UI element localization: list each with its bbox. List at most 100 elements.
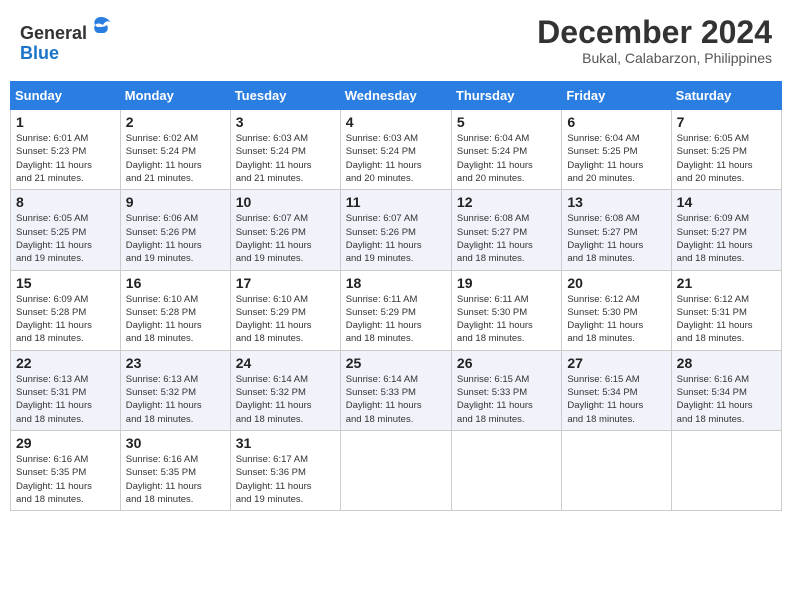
calendar-cell: 5 Sunrise: 6:04 AM Sunset: 5:24 PM Daylig… (451, 110, 561, 190)
day-number: 3 (236, 114, 335, 130)
day-number: 26 (457, 355, 556, 371)
day-number: 11 (346, 194, 446, 210)
calendar-cell: 30 Sunrise: 6:16 AM Sunset: 5:35 PM Dayli… (120, 430, 230, 510)
day-info: Sunrise: 6:15 AM Sunset: 5:34 PM Dayligh… (567, 373, 665, 426)
calendar-cell: 6Sunrise: 6:04 AM Sunset: 5:25 PM Daylig… (562, 110, 671, 190)
calendar-cell: 14 Sunrise: 6:09 AM Sunset: 5:27 PM Dayli… (671, 190, 781, 270)
calendar-cell: 31 Sunrise: 6:17 AM Sunset: 5:36 PM Dayli… (230, 430, 340, 510)
calendar-table: SundayMondayTuesdayWednesdayThursdayFrid… (10, 81, 782, 511)
day-number: 28 (677, 355, 776, 371)
day-number: 12 (457, 194, 556, 210)
day-info: Sunrise: 6:10 AM Sunset: 5:29 PM Dayligh… (236, 293, 335, 346)
calendar-cell: 3 Sunrise: 6:03 AM Sunset: 5:24 PM Daylig… (230, 110, 340, 190)
calendar-cell: 23 Sunrise: 6:13 AM Sunset: 5:32 PM Dayli… (120, 350, 230, 430)
day-number: 1 (16, 114, 115, 130)
day-number: 7 (677, 114, 776, 130)
calendar-cell: 19 Sunrise: 6:11 AM Sunset: 5:30 PM Dayli… (451, 270, 561, 350)
calendar-cell: 20 Sunrise: 6:12 AM Sunset: 5:30 PM Dayli… (562, 270, 671, 350)
weekday-header-sunday: Sunday (11, 82, 121, 110)
day-info: Sunrise: 6:09 AM Sunset: 5:28 PM Dayligh… (16, 293, 115, 346)
day-info: Sunrise: 6:09 AM Sunset: 5:27 PM Dayligh… (677, 212, 776, 265)
day-info: Sunrise: 6:08 AM Sunset: 5:27 PM Dayligh… (457, 212, 556, 265)
calendar-cell: 26 Sunrise: 6:15 AM Sunset: 5:33 PM Dayli… (451, 350, 561, 430)
calendar-cell: 21 Sunrise: 6:12 AM Sunset: 5:31 PM Dayli… (671, 270, 781, 350)
calendar-week-3: 15 Sunrise: 6:09 AM Sunset: 5:28 PM Dayli… (11, 270, 782, 350)
logo: General Blue (20, 15, 113, 64)
calendar-cell: 16 Sunrise: 6:10 AM Sunset: 5:28 PM Dayli… (120, 270, 230, 350)
day-info: Sunrise: 6:11 AM Sunset: 5:30 PM Dayligh… (457, 293, 556, 346)
day-info: Sunrise: 6:14 AM Sunset: 5:32 PM Dayligh… (236, 373, 335, 426)
day-info: Sunrise: 6:13 AM Sunset: 5:32 PM Dayligh… (126, 373, 225, 426)
day-number: 18 (346, 275, 446, 291)
calendar-cell: 18Sunrise: 6:11 AM Sunset: 5:29 PM Dayli… (340, 270, 451, 350)
day-number: 29 (16, 435, 115, 451)
day-info: Sunrise: 6:16 AM Sunset: 5:34 PM Dayligh… (677, 373, 776, 426)
day-number: 23 (126, 355, 225, 371)
day-number: 16 (126, 275, 225, 291)
day-number: 5 (457, 114, 556, 130)
day-info: Sunrise: 6:16 AM Sunset: 5:35 PM Dayligh… (16, 453, 115, 506)
calendar-cell: 12 Sunrise: 6:08 AM Sunset: 5:27 PM Dayli… (451, 190, 561, 270)
calendar-cell: 13 Sunrise: 6:08 AM Sunset: 5:27 PM Dayli… (562, 190, 671, 270)
day-number: 14 (677, 194, 776, 210)
calendar-cell (562, 430, 671, 510)
day-info: Sunrise: 6:16 AM Sunset: 5:35 PM Dayligh… (126, 453, 225, 506)
calendar-cell: 22Sunrise: 6:13 AM Sunset: 5:31 PM Dayli… (11, 350, 121, 430)
day-number: 27 (567, 355, 665, 371)
calendar-body: 1 Sunrise: 6:01 AM Sunset: 5:23 PM Daylig… (11, 110, 782, 511)
calendar-cell: 2 Sunrise: 6:02 AM Sunset: 5:24 PM Daylig… (120, 110, 230, 190)
month-title: December 2024 (537, 15, 772, 50)
weekday-header-wednesday: Wednesday (340, 82, 451, 110)
day-number: 25 (346, 355, 446, 371)
weekday-header-friday: Friday (562, 82, 671, 110)
day-number: 21 (677, 275, 776, 291)
day-number: 13 (567, 194, 665, 210)
day-number: 2 (126, 114, 225, 130)
day-info: Sunrise: 6:14 AM Sunset: 5:33 PM Dayligh… (346, 373, 446, 426)
day-info: Sunrise: 6:04 AM Sunset: 5:24 PM Dayligh… (457, 132, 556, 185)
calendar-cell: 8 Sunrise: 6:05 AM Sunset: 5:25 PM Daylig… (11, 190, 121, 270)
day-info: Sunrise: 6:12 AM Sunset: 5:31 PM Dayligh… (677, 293, 776, 346)
day-number: 8 (16, 194, 115, 210)
day-info: Sunrise: 6:05 AM Sunset: 5:25 PM Dayligh… (16, 212, 115, 265)
calendar-cell (340, 430, 451, 510)
day-info: Sunrise: 6:07 AM Sunset: 5:26 PM Dayligh… (346, 212, 446, 265)
day-number: 20 (567, 275, 665, 291)
logo-bird-icon (89, 15, 113, 39)
day-number: 15 (16, 275, 115, 291)
calendar-week-5: 29 Sunrise: 6:16 AM Sunset: 5:35 PM Dayli… (11, 430, 782, 510)
day-info: Sunrise: 6:06 AM Sunset: 5:26 PM Dayligh… (126, 212, 225, 265)
day-number: 31 (236, 435, 335, 451)
day-number: 10 (236, 194, 335, 210)
calendar-cell (451, 430, 561, 510)
calendar-header-row: SundayMondayTuesdayWednesdayThursdayFrid… (11, 82, 782, 110)
logo-blue: Blue (20, 43, 59, 63)
day-number: 17 (236, 275, 335, 291)
weekday-header-monday: Monday (120, 82, 230, 110)
day-number: 4 (346, 114, 446, 130)
calendar-week-4: 22Sunrise: 6:13 AM Sunset: 5:31 PM Dayli… (11, 350, 782, 430)
title-block: December 2024 Bukal, Calabarzon, Philipp… (537, 15, 772, 66)
calendar-cell: 11 Sunrise: 6:07 AM Sunset: 5:26 PM Dayli… (340, 190, 451, 270)
calendar-cell: 4Sunrise: 6:03 AM Sunset: 5:24 PM Daylig… (340, 110, 451, 190)
day-info: Sunrise: 6:08 AM Sunset: 5:27 PM Dayligh… (567, 212, 665, 265)
day-info: Sunrise: 6:01 AM Sunset: 5:23 PM Dayligh… (16, 132, 115, 185)
logo-general: General (20, 23, 87, 43)
day-info: Sunrise: 6:02 AM Sunset: 5:24 PM Dayligh… (126, 132, 225, 185)
day-number: 30 (126, 435, 225, 451)
calendar-cell: 15 Sunrise: 6:09 AM Sunset: 5:28 PM Dayli… (11, 270, 121, 350)
calendar-week-2: 8 Sunrise: 6:05 AM Sunset: 5:25 PM Daylig… (11, 190, 782, 270)
day-number: 19 (457, 275, 556, 291)
calendar-cell: 9Sunrise: 6:06 AM Sunset: 5:26 PM Daylig… (120, 190, 230, 270)
day-info: Sunrise: 6:17 AM Sunset: 5:36 PM Dayligh… (236, 453, 335, 506)
day-number: 6 (567, 114, 665, 130)
weekday-header-thursday: Thursday (451, 82, 561, 110)
day-info: Sunrise: 6:10 AM Sunset: 5:28 PM Dayligh… (126, 293, 225, 346)
location-subtitle: Bukal, Calabarzon, Philippines (537, 50, 772, 66)
day-info: Sunrise: 6:03 AM Sunset: 5:24 PM Dayligh… (236, 132, 335, 185)
calendar-cell: 27 Sunrise: 6:15 AM Sunset: 5:34 PM Dayli… (562, 350, 671, 430)
day-number: 24 (236, 355, 335, 371)
calendar-cell: 1 Sunrise: 6:01 AM Sunset: 5:23 PM Daylig… (11, 110, 121, 190)
day-info: Sunrise: 6:12 AM Sunset: 5:30 PM Dayligh… (567, 293, 665, 346)
day-info: Sunrise: 6:15 AM Sunset: 5:33 PM Dayligh… (457, 373, 556, 426)
